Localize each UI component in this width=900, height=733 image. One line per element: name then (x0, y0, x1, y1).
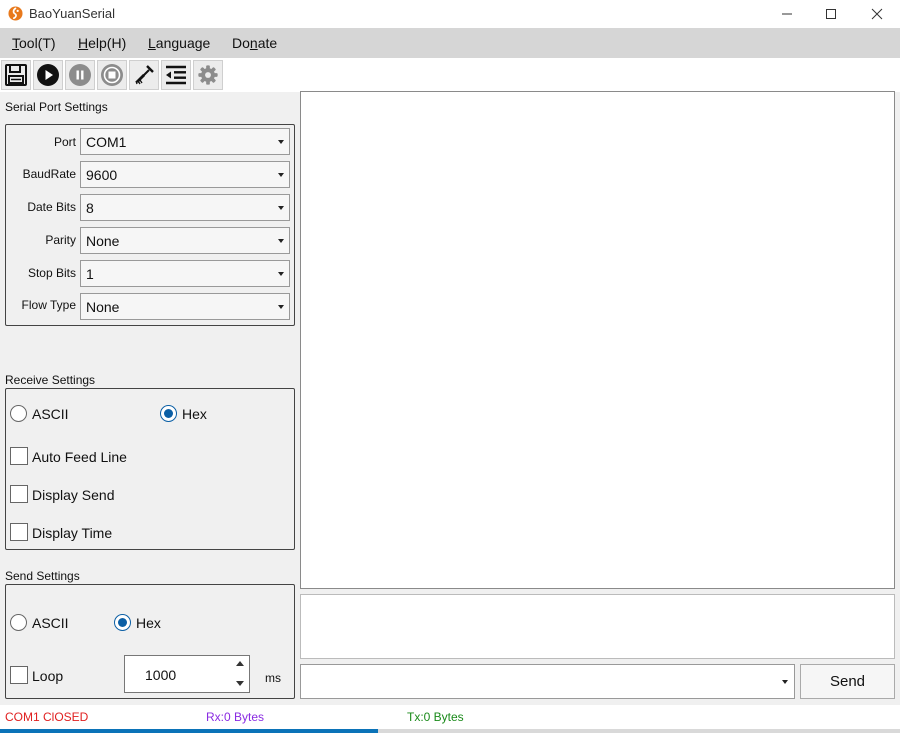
receive-settings-title: Receive Settings (5, 373, 96, 387)
chevron-down-icon (278, 206, 284, 210)
menu-tool-post: ool(T) (19, 35, 56, 51)
parity-value: None (86, 233, 120, 249)
stopbits-label: Stop Bits (27, 266, 76, 280)
interval-unit-label: ms (265, 671, 281, 685)
close-icon (871, 8, 883, 20)
port-status: COM1 ClOSED (5, 710, 89, 724)
maximize-icon (826, 9, 836, 19)
receive-settings-group: ASCII Hex Auto Feed Line Display Send Di… (5, 388, 295, 550)
minimize-icon (782, 13, 792, 15)
loop-interval-spinbox[interactable]: 1000 (124, 655, 250, 693)
send-history-select[interactable] (300, 664, 795, 699)
flowtype-value: None (86, 299, 120, 315)
port-select[interactable]: COM1 (80, 128, 290, 155)
save-icon (5, 64, 27, 86)
databits-value: 8 (86, 200, 94, 216)
progress-fill (0, 729, 378, 733)
status-bar: COM1 ClOSED Rx:0 Bytes Tx:0 Bytes (0, 705, 900, 729)
tx-count: Tx:0 Bytes (407, 710, 464, 724)
baudrate-select[interactable]: 9600 (80, 161, 290, 188)
parity-label: Parity (45, 233, 76, 247)
window-title: BaoYuanSerial (29, 6, 116, 21)
progress-bar (0, 729, 900, 733)
loop-interval-value: 1000 (145, 667, 177, 683)
outdent-button[interactable] (161, 60, 191, 90)
chevron-down-icon (278, 173, 284, 177)
flowtype-label: Flow Type (21, 298, 76, 312)
start-button[interactable] (33, 60, 63, 90)
receive-text-area[interactable] (300, 91, 895, 589)
receive-ascii-label: ASCII (32, 406, 69, 422)
menu-tool-key: T (12, 35, 19, 51)
pause-icon (69, 64, 91, 86)
menu-donate-pre: Do (232, 35, 250, 51)
menu-language[interactable]: Language (148, 35, 210, 51)
menu-donate-key: n (249, 35, 258, 51)
clear-button[interactable] (129, 60, 159, 90)
display-time-checkbox[interactable] (10, 523, 28, 541)
menu-language-post: anguage (155, 35, 211, 51)
display-send-label: Display Send (32, 487, 115, 503)
databits-label: Date Bits (27, 200, 76, 214)
menu-donate-post: ate (257, 35, 278, 51)
stop-button[interactable] (97, 60, 127, 90)
receive-ascii-radio[interactable] (10, 405, 27, 422)
play-icon (37, 64, 59, 86)
maximize-button[interactable] (808, 0, 854, 28)
flowtype-select[interactable]: None (80, 293, 290, 320)
auto-feed-line-label: Auto Feed Line (32, 449, 127, 465)
spin-down-icon[interactable] (236, 681, 244, 686)
stopbits-select[interactable]: 1 (80, 260, 290, 287)
loop-checkbox[interactable] (10, 666, 28, 684)
settings-button[interactable] (193, 60, 223, 90)
send-ascii-radio[interactable] (10, 614, 27, 631)
baudrate-label: BaudRate (22, 167, 76, 181)
display-send-checkbox[interactable] (10, 485, 28, 503)
stopbits-value: 1 (86, 266, 94, 282)
serial-settings-title: Serial Port Settings (5, 100, 108, 114)
baudrate-value: 9600 (86, 167, 118, 183)
receive-hex-label: Hex (182, 406, 207, 422)
send-settings-title: Send Settings (5, 569, 80, 583)
chevron-down-icon (278, 140, 284, 144)
spin-up-icon[interactable] (236, 661, 244, 666)
menu-donate[interactable]: Donate (232, 35, 277, 51)
port-label: Port (53, 135, 76, 149)
databits-select[interactable]: 8 (80, 194, 290, 221)
save-button[interactable] (1, 60, 31, 90)
receive-hex-radio[interactable] (160, 405, 177, 422)
app-logo-icon (8, 6, 23, 21)
chevron-down-icon (278, 305, 284, 309)
auto-feed-line-checkbox[interactable] (10, 447, 28, 465)
menu-help-key: H (78, 35, 89, 51)
indent-icon (166, 65, 186, 85)
send-ascii-label: ASCII (32, 615, 69, 631)
send-text-area[interactable] (300, 594, 895, 659)
close-button[interactable] (854, 0, 900, 28)
menu-language-key: L (148, 35, 156, 51)
pause-button[interactable] (65, 60, 95, 90)
chevron-down-icon (278, 272, 284, 276)
menu-help[interactable]: Help(H) (78, 35, 126, 51)
loop-label: Loop (32, 668, 64, 684)
menu-help-post: elp(H) (88, 35, 127, 51)
clear-icon (135, 65, 154, 85)
serial-settings-group: Port COM1 BaudRate 9600 Date Bits 8 Pari… (5, 124, 295, 326)
rx-count: Rx:0 Bytes (206, 710, 265, 724)
port-value: COM1 (86, 134, 127, 150)
menu-tool[interactable]: Tool(T) (12, 35, 56, 51)
parity-select[interactable]: None (80, 227, 290, 254)
send-hex-label: Hex (136, 615, 161, 631)
chevron-down-icon (782, 680, 788, 684)
gear-icon (198, 65, 218, 85)
toolbar (0, 58, 900, 92)
display-time-label: Display Time (32, 525, 113, 541)
menu-bar: Tool(T) Help(H) Language Donate (0, 28, 900, 58)
minimize-button[interactable] (764, 0, 810, 28)
send-button[interactable]: Send (800, 664, 895, 699)
title-bar: BaoYuanSerial (0, 0, 900, 28)
stop-icon (101, 64, 123, 86)
send-hex-radio[interactable] (114, 614, 131, 631)
chevron-down-icon (278, 239, 284, 243)
